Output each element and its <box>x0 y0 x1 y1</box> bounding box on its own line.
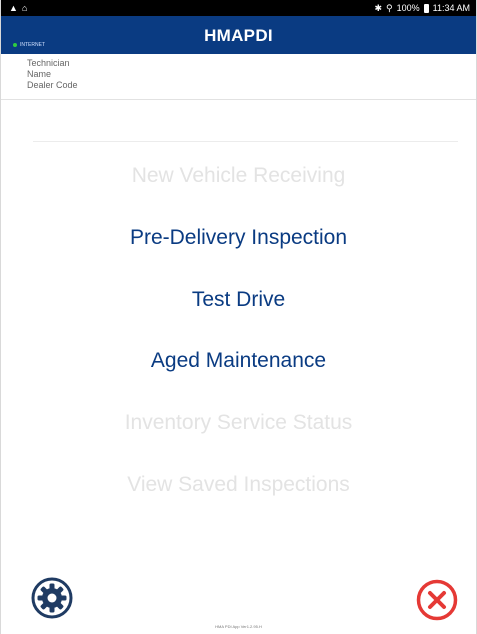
gear-icon <box>31 577 73 619</box>
network-status-icon <box>13 43 17 47</box>
close-button[interactable] <box>415 578 459 622</box>
info-divider <box>1 99 476 100</box>
status-left: ▲ ⌂ <box>9 0 27 16</box>
battery-icon <box>423 3 429 13</box>
clock: 11:34 AM <box>432 3 470 13</box>
menu-item-new-vehicle-receiving: New Vehicle Receiving <box>131 164 346 187</box>
notification-icon: ⌂ <box>21 3 28 13</box>
dealer-code-label: Dealer Code <box>27 80 78 90</box>
battery-percent: 100% <box>396 3 420 13</box>
app-bar: HMAPDI INTERNET <box>1 16 476 54</box>
network-indicator: INTERNET <box>13 42 45 48</box>
menu-item-test-drive[interactable]: Test Drive <box>1 284 476 316</box>
app-frame: ▲ ⌂ ✱ ⚲ 100% 11:34 AM HMAPDI INTERNET Te… <box>0 0 477 634</box>
signal-icon: ⚲ <box>386 3 393 13</box>
menu-item-aged-maintenance[interactable]: Aged Maintenance <box>1 345 476 377</box>
network-label: INTERNET <box>20 42 45 48</box>
bluetooth-icon: ✱ <box>374 3 383 13</box>
menu-item-inventory-service-status: Inventory Service Status <box>124 411 353 434</box>
app-title: HMAPDI <box>204 26 273 45</box>
menu-item-view-saved-inspections: View Saved Inspections <box>127 473 350 496</box>
user-info: Technician Name Dealer Code <box>27 58 78 91</box>
menu-item-pre-delivery-inspection[interactable]: Pre-Delivery Inspection <box>1 222 476 254</box>
menu-divider <box>33 141 458 142</box>
technician-label: Technician <box>27 58 70 68</box>
warning-icon: ▲ <box>9 3 18 13</box>
app-version: HMA PDI App Ver1.2.95.H <box>215 624 262 629</box>
close-circle-icon <box>416 579 458 621</box>
settings-button[interactable] <box>30 576 74 620</box>
status-right: ✱ ⚲ 100% 11:34 AM <box>374 0 470 16</box>
name-label: Name <box>27 69 52 79</box>
status-bar: ▲ ⌂ ✱ ⚲ 100% 11:34 AM <box>1 0 476 16</box>
